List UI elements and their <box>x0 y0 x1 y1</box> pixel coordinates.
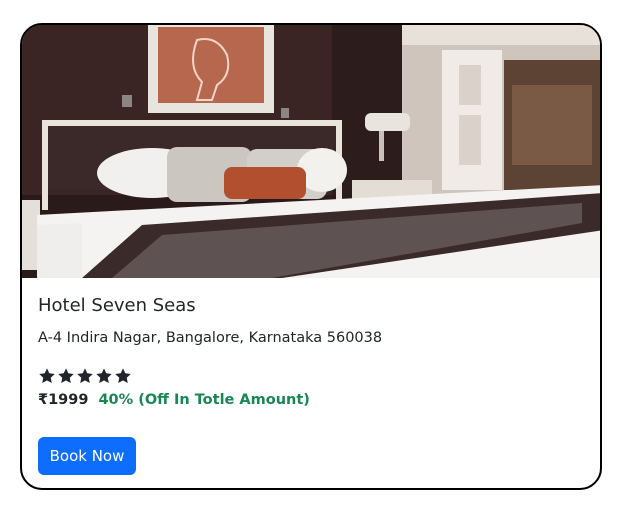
star-rating <box>38 367 132 385</box>
hotel-name: Hotel Seven Seas <box>38 295 196 316</box>
hotel-room-photo <box>22 25 600 278</box>
price: ₹1999 <box>38 392 89 408</box>
discount-label: 40% (Off In Totle Amount) <box>98 392 310 408</box>
book-now-button[interactable]: Book Now <box>38 437 136 475</box>
star-icon <box>77 368 93 384</box>
price-row: ₹1999 40% (Off In Totle Amount) <box>38 392 310 408</box>
star-icon <box>58 368 74 384</box>
star-icon <box>115 368 131 384</box>
star-icon <box>39 368 55 384</box>
star-icon <box>96 368 112 384</box>
hotel-address: A-4 Indira Nagar, Bangalore, Karnataka 5… <box>38 330 383 346</box>
hotel-card: Hotel Seven Seas A-4 Indira Nagar, Banga… <box>20 23 602 490</box>
